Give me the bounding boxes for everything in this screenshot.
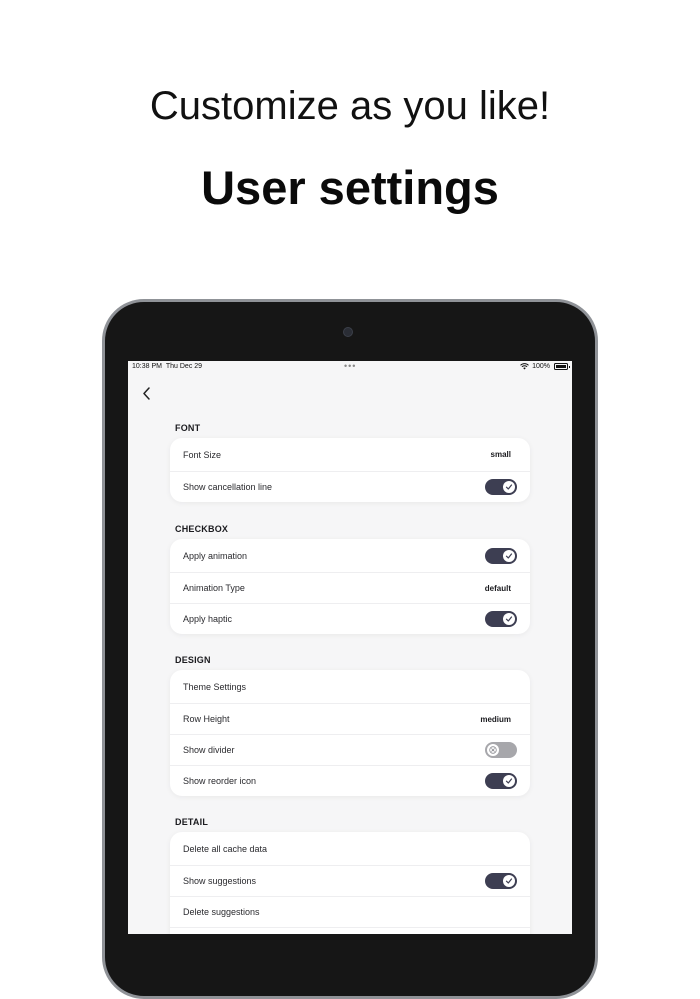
show-divider-label: Show divider xyxy=(183,745,235,755)
status-time: 10:38 PM Thu Dec 29 xyxy=(132,363,202,370)
apply-animation-label: Apply animation xyxy=(183,550,248,561)
show-reorder-icon-toggle[interactable] xyxy=(485,773,517,789)
apply-animation-toggle[interactable] xyxy=(485,547,517,564)
show-reorder-icon-label: Show reorder icon xyxy=(183,776,257,786)
section-title-detail: DETAIL xyxy=(175,817,209,827)
checkmark-icon xyxy=(503,875,515,887)
theme-settings-row[interactable]: Theme Settings xyxy=(170,670,530,703)
apply-animation-row: Apply animation xyxy=(170,539,530,572)
detail-card: Delete all cache data Show suggestions D… xyxy=(170,832,530,934)
row-height-value: medium xyxy=(480,714,511,724)
back-button[interactable] xyxy=(138,385,154,401)
font-size-label: Font Size xyxy=(183,449,222,460)
checkmark-icon xyxy=(503,549,515,562)
theme-settings-label: Theme Settings xyxy=(183,681,247,692)
show-suggestions-row: Show suggestions xyxy=(170,865,530,896)
delete-suggestions-label: Delete suggestions xyxy=(183,907,260,917)
battery-percent: 100% xyxy=(532,363,550,370)
animation-type-label: Animation Type xyxy=(183,583,245,593)
animation-type-value: default xyxy=(484,583,511,593)
battery-icon xyxy=(554,363,570,370)
show-reorder-icon-row: Show reorder icon xyxy=(170,765,530,796)
status-right: 100% xyxy=(520,363,570,370)
delete-all-cache-label: Delete all cache data xyxy=(183,843,268,854)
delete-suggestions-row[interactable]: Delete suggestions xyxy=(170,896,530,927)
section-title-checkbox: CHECKBOX xyxy=(175,524,229,534)
apply-haptic-toggle[interactable] xyxy=(485,611,517,627)
camera-icon xyxy=(343,327,353,337)
apply-haptic-row: Apply haptic xyxy=(170,603,530,634)
show-cancellation-line-row: Show cancellation line xyxy=(170,471,530,502)
marketing-title: User settings xyxy=(201,161,499,214)
show-suggestions-toggle[interactable] xyxy=(485,873,517,889)
delete-all-cache-row[interactable]: Delete all cache data xyxy=(170,832,530,865)
marketing-headline: Customize as you like! xyxy=(149,84,551,128)
font-size-row[interactable]: Font Size small xyxy=(170,438,530,471)
wifi-icon xyxy=(520,363,529,370)
font-card: Font Size small Show cancellation line xyxy=(170,438,530,502)
checkbox-card: Apply animation Animation Type default A… xyxy=(170,539,530,634)
chevron-left-icon xyxy=(142,386,150,400)
design-card: Theme Settings Row Height medium Show di… xyxy=(170,670,530,796)
checkmark-icon xyxy=(503,481,515,493)
checkmark-icon xyxy=(503,775,515,787)
settings-screen: 10:38 PM Thu Dec 29 ••• 100% FONT Font S… xyxy=(128,361,572,934)
apply-haptic-label: Apply haptic xyxy=(183,614,233,624)
multitasking-dots[interactable]: ••• xyxy=(344,361,356,371)
show-cancellation-line-toggle[interactable] xyxy=(485,479,517,495)
section-title-font: FONT xyxy=(175,423,201,433)
row-height-label: Row Height xyxy=(183,714,230,724)
status-time-text: 10:38 PM xyxy=(132,363,162,370)
status-date-text: Thu Dec 29 xyxy=(165,363,203,370)
section-title-design: DESIGN xyxy=(175,655,211,665)
row-height-row[interactable]: Row Height medium xyxy=(170,703,530,734)
animation-type-row[interactable]: Animation Type default xyxy=(170,572,530,603)
font-size-value: small xyxy=(490,450,511,459)
checkmark-icon xyxy=(503,613,515,625)
status-bar: 10:38 PM Thu Dec 29 ••• 100% xyxy=(128,361,572,375)
detail-row-partial xyxy=(170,927,530,934)
show-cancellation-line-label: Show cancellation line xyxy=(183,482,273,492)
show-divider-row: Show divider xyxy=(170,734,530,765)
show-divider-toggle[interactable] xyxy=(485,742,517,758)
show-suggestions-label: Show suggestions xyxy=(183,876,257,886)
x-icon xyxy=(487,744,499,756)
